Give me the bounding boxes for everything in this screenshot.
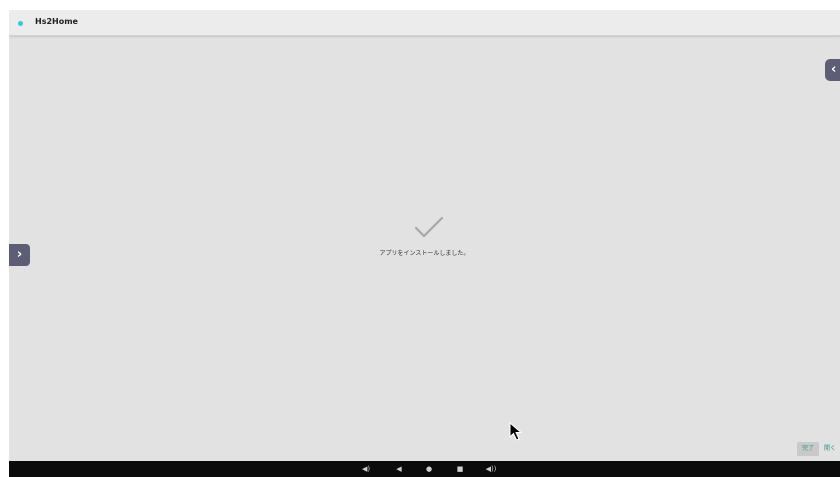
- mouse-cursor-icon: [509, 422, 523, 441]
- app-screen: Hs2Home ‹ › アプリをインストールしました。 完了 開く: [9, 10, 840, 461]
- back-icon[interactable]: ◀: [391, 463, 407, 475]
- done-button[interactable]: 完了: [797, 442, 819, 456]
- home-icon[interactable]: ●: [421, 463, 437, 475]
- checkmark-icon: [414, 216, 444, 238]
- volume-up-icon[interactable]: ◀)): [483, 463, 499, 475]
- volume-down-icon[interactable]: ◀): [358, 463, 374, 475]
- open-button[interactable]: 開く: [824, 442, 840, 456]
- app-title: Hs2Home: [35, 17, 78, 26]
- install-status-message: アプリをインストールしました。: [379, 250, 470, 257]
- status-dot-icon: [18, 21, 23, 26]
- title-bar: Hs2Home: [9, 10, 840, 36]
- system-navigation-bar: ◀) ◀ ● ■ ◀)): [9, 461, 840, 477]
- right-side-panel-toggle[interactable]: ‹: [825, 59, 840, 81]
- recents-icon[interactable]: ■: [452, 463, 468, 475]
